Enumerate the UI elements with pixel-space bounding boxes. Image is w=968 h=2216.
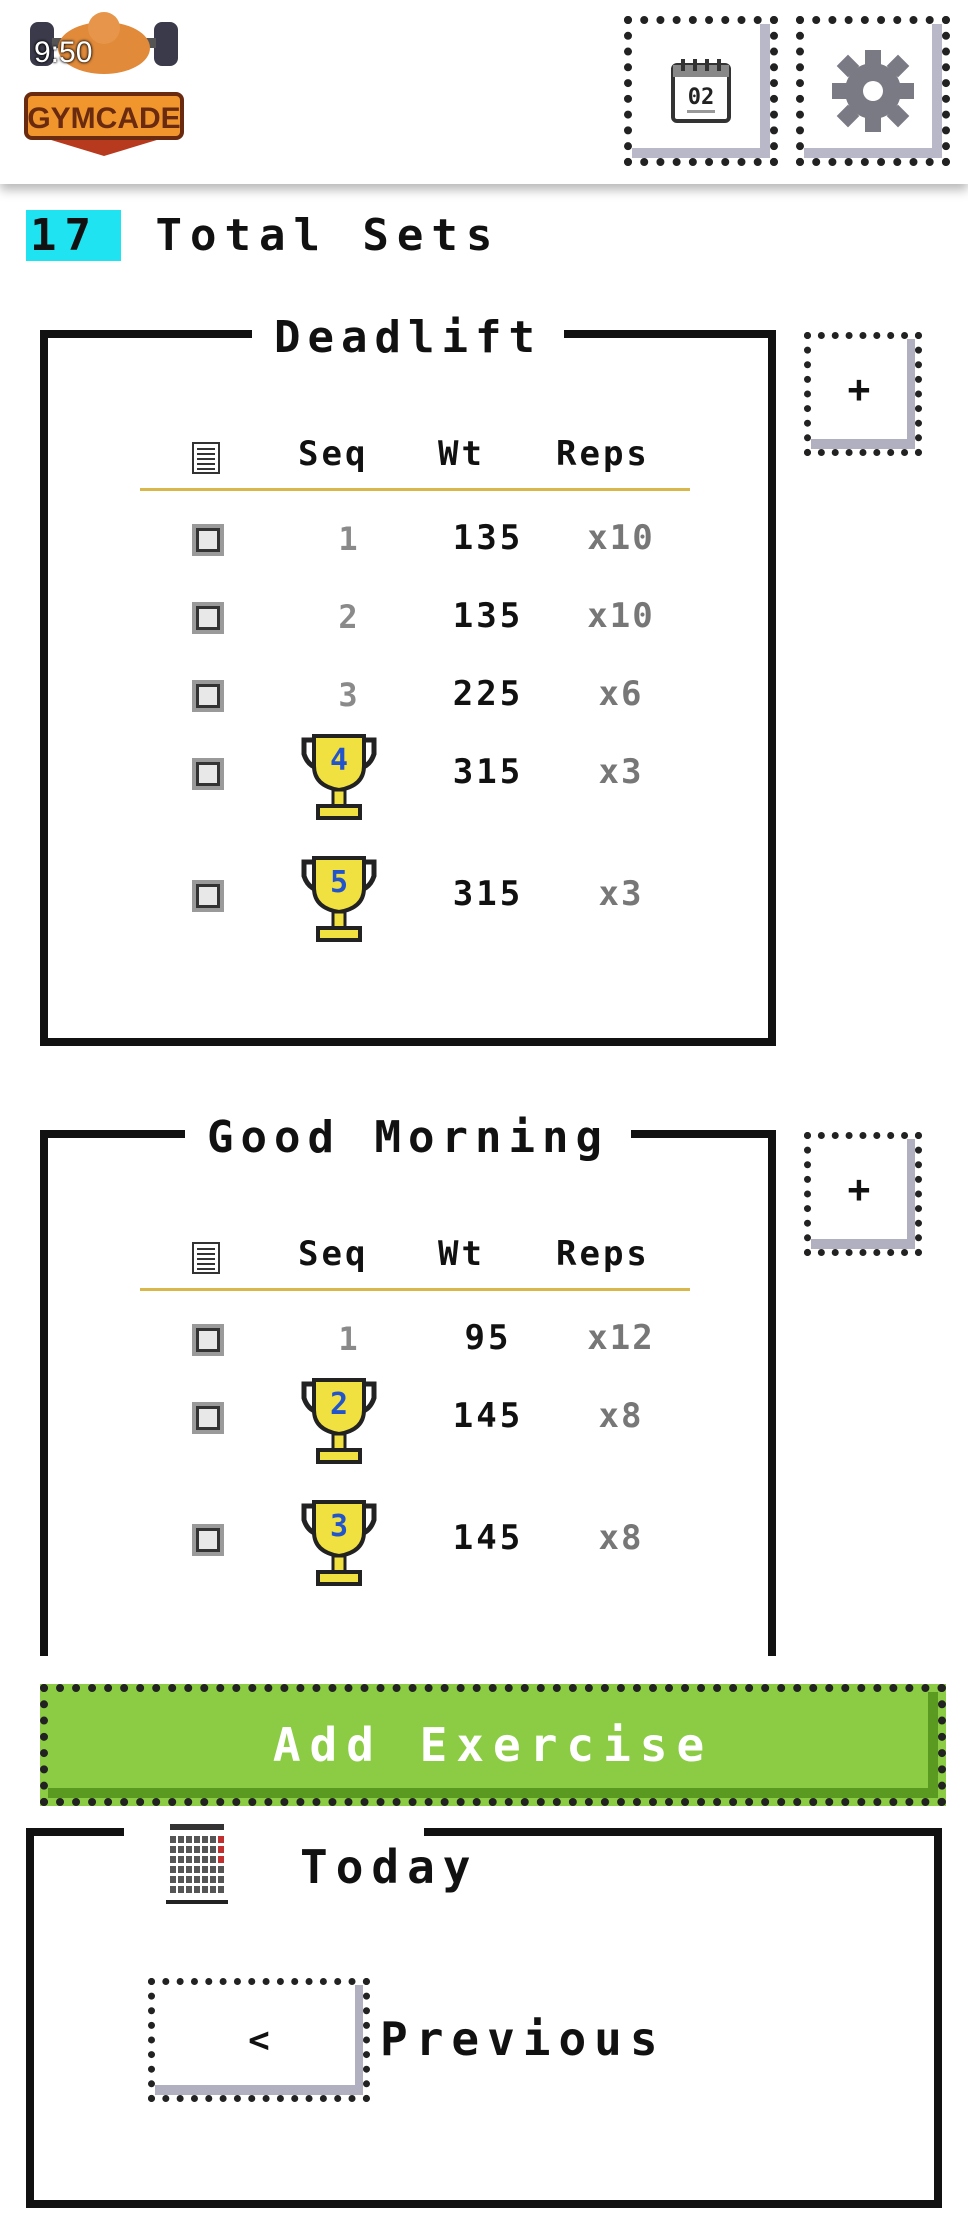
- plus-icon: +: [847, 367, 871, 411]
- set-reps[interactable]: x8: [556, 1396, 686, 1436]
- exercise-name[interactable]: Good Morning: [185, 1112, 631, 1163]
- exercise-name[interactable]: Deadlift: [252, 312, 564, 363]
- set-reps[interactable]: x3: [556, 874, 686, 914]
- set-weight[interactable]: 95: [428, 1318, 548, 1358]
- app-header: GYMCADE 9:50 02: [0, 0, 968, 184]
- add-set-button[interactable]: +: [804, 1132, 922, 1256]
- col-wt-header: Wt: [438, 434, 485, 474]
- set-reps[interactable]: x8: [556, 1518, 686, 1558]
- col-seq-header: Seq: [298, 434, 369, 474]
- exercise-card: Deadlift Seq Wt Reps 1 135 x10 2 135 x10 3 225 x6 4 31…: [40, 312, 776, 1046]
- set-row[interactable]: 2 135 x10: [48, 588, 768, 648]
- total-sets-count: 17: [26, 210, 121, 261]
- set-seq: 3: [338, 676, 358, 714]
- notes-list-icon[interactable]: [192, 442, 220, 474]
- set-reps[interactable]: x3: [556, 752, 686, 792]
- notes-list-icon[interactable]: [192, 1242, 220, 1274]
- set-seq: 2: [330, 1387, 348, 1422]
- set-complete-checkbox[interactable]: [192, 602, 224, 634]
- chevron-left-icon: <: [248, 2019, 270, 2061]
- set-complete-checkbox[interactable]: [192, 758, 224, 790]
- set-complete-checkbox[interactable]: [192, 524, 224, 556]
- set-row[interactable]: 4 315 x3: [48, 734, 768, 820]
- total-sets-summary: 17 Total Sets: [26, 210, 500, 261]
- set-row[interactable]: 3 145 x8: [48, 1500, 768, 1586]
- set-weight[interactable]: 225: [428, 674, 548, 714]
- set-reps[interactable]: x10: [556, 596, 686, 636]
- set-row[interactable]: 1 135 x10: [48, 510, 768, 570]
- set-row[interactable]: 5 315 x3: [48, 856, 768, 942]
- col-reps-header: Reps: [556, 1234, 650, 1274]
- exercise-title-wrap: Deadlift: [48, 312, 768, 363]
- add-exercise-button[interactable]: Add Exercise: [40, 1684, 946, 1806]
- calendar-day: 02: [688, 85, 715, 110]
- set-reps[interactable]: x12: [556, 1318, 686, 1358]
- add-set-button[interactable]: +: [804, 332, 922, 456]
- set-seq: 2: [338, 598, 358, 636]
- gear-icon: [832, 50, 914, 132]
- calendar-grid-icon[interactable]: [164, 1824, 230, 1906]
- previous-day-label[interactable]: Previous: [380, 2012, 666, 2066]
- header-divider: [140, 488, 690, 491]
- set-row[interactable]: 1 95 x12: [48, 1310, 768, 1370]
- set-weight[interactable]: 135: [428, 596, 548, 636]
- set-reps[interactable]: x6: [556, 674, 686, 714]
- set-weight[interactable]: 145: [428, 1396, 548, 1436]
- trophy-icon: 3: [301, 1500, 377, 1586]
- set-row[interactable]: 3 225 x6: [48, 666, 768, 726]
- set-weight[interactable]: 315: [428, 874, 548, 914]
- col-reps-header: Reps: [556, 434, 650, 474]
- plus-icon: +: [847, 1167, 871, 1211]
- set-weight[interactable]: 315: [428, 752, 548, 792]
- calendar-button[interactable]: 02: [624, 16, 778, 166]
- add-exercise-label: Add Exercise: [272, 1718, 714, 1772]
- set-seq: 1: [338, 520, 358, 558]
- set-seq: 4: [330, 743, 348, 778]
- exercise-title-wrap: Good Morning: [48, 1112, 768, 1163]
- trophy-icon: 2: [301, 1378, 377, 1464]
- set-complete-checkbox[interactable]: [192, 680, 224, 712]
- set-seq: 5: [330, 865, 348, 900]
- previous-day-button[interactable]: <: [148, 1978, 370, 2102]
- set-complete-checkbox[interactable]: [192, 880, 224, 912]
- set-seq: 1: [338, 1320, 358, 1358]
- set-complete-checkbox[interactable]: [192, 1324, 224, 1356]
- trophy-icon: 4: [301, 734, 377, 820]
- exercise-card: Good Morning Seq Wt Reps 1 95 x12 2 145 x8 3 145 x8: [40, 1112, 776, 1656]
- set-seq: 3: [330, 1509, 348, 1544]
- header-divider: [140, 1288, 690, 1291]
- trophy-icon: 5: [301, 856, 377, 942]
- gymcade-logo[interactable]: GYMCADE: [24, 8, 184, 158]
- set-weight[interactable]: 145: [428, 1518, 548, 1558]
- calendar-icon: 02: [671, 59, 731, 123]
- logo-text: GYMCADE: [27, 102, 180, 135]
- set-complete-checkbox[interactable]: [192, 1524, 224, 1556]
- set-reps[interactable]: x10: [556, 518, 686, 558]
- day-label: Today: [300, 1840, 479, 1894]
- total-sets-label: Total Sets: [155, 210, 501, 261]
- set-row[interactable]: 2 145 x8: [48, 1378, 768, 1464]
- set-complete-checkbox[interactable]: [192, 1402, 224, 1434]
- status-time: 9:50: [34, 36, 93, 69]
- col-seq-header: Seq: [298, 1234, 369, 1274]
- settings-button[interactable]: [796, 16, 950, 166]
- set-weight[interactable]: 135: [428, 518, 548, 558]
- col-wt-header: Wt: [438, 1234, 485, 1274]
